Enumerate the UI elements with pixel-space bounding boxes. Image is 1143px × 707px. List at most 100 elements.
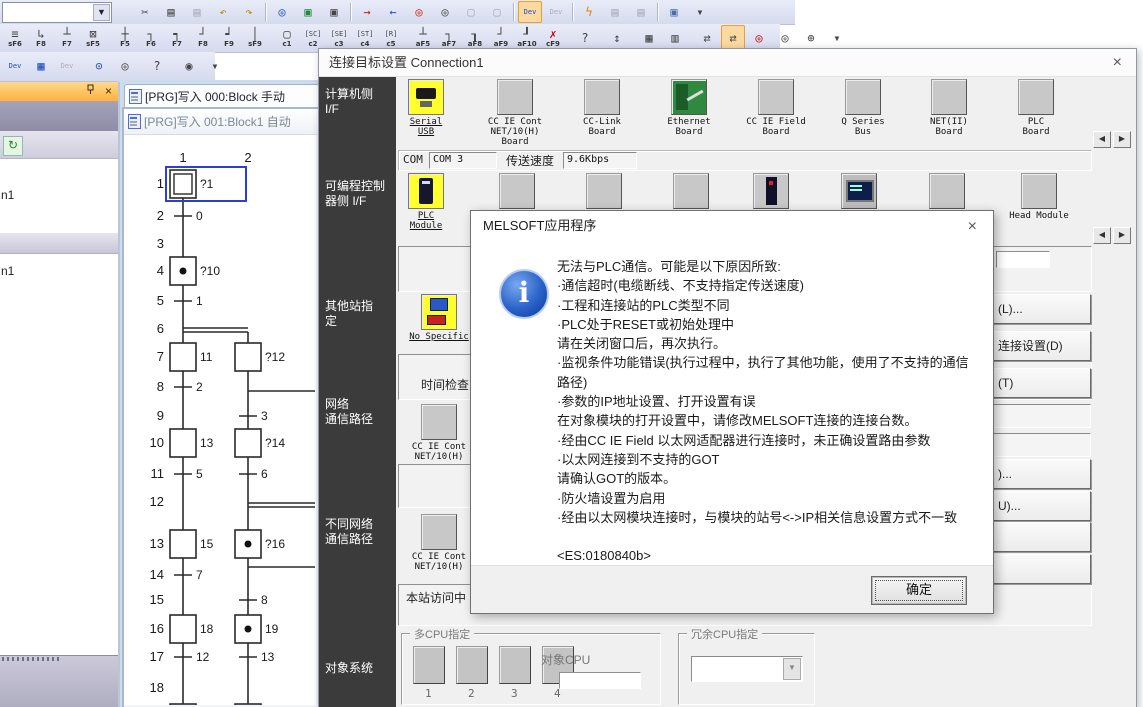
- device-item-board[interactable]: [561, 173, 647, 209]
- refresh-icon[interactable]: ↻: [3, 136, 23, 156]
- tab-sfc-block0[interactable]: [PRG]写入 000:Block 手动: [124, 84, 320, 108]
- device-icon[interactable]: [673, 173, 709, 209]
- toolbar-overflow-icon[interactable]: ▾: [203, 56, 227, 78]
- doc-disabled-icon[interactable]: ▤: [603, 1, 627, 23]
- list-item[interactable]: n1: [0, 264, 119, 280]
- toolbar-button-F7[interactable]: ┑F7: [165, 25, 189, 52]
- device-item-board[interactable]: NET(II) Board: [906, 79, 992, 137]
- device-icon[interactable]: [758, 79, 794, 115]
- device-icon[interactable]: [929, 173, 965, 209]
- ethernet-icon[interactable]: [671, 79, 707, 115]
- device-item-serial-usb[interactable]: Serial USB: [383, 79, 469, 137]
- toolbar-button-F7[interactable]: ┴F7: [55, 25, 79, 52]
- write-to-plc-icon[interactable]: →: [355, 1, 379, 23]
- copy-icon[interactable]: ▤: [159, 1, 183, 23]
- toolbar-button-F5[interactable]: ┼F5: [113, 25, 137, 52]
- panel-bottom-bar[interactable]: [0, 655, 118, 707]
- target-cpu-field[interactable]: [559, 672, 641, 689]
- find-combobox[interactable]: ▼: [2, 2, 112, 23]
- cut-icon[interactable]: ✂: [133, 1, 157, 23]
- device-item-got[interactable]: [816, 173, 902, 209]
- got-icon[interactable]: [841, 173, 877, 209]
- arrow-left-icon[interactable]: ◀: [1093, 131, 1111, 148]
- device-item-board[interactable]: PLC Board: [993, 79, 1079, 137]
- device-icon[interactable]: [497, 79, 533, 115]
- program-check-icon[interactable]: ϟ: [577, 1, 601, 23]
- verify-icon[interactable]: ◎: [407, 1, 431, 23]
- device-search-icon[interactable]: ◎: [270, 1, 294, 23]
- device-icon[interactable]: [1018, 79, 1054, 115]
- toolbar-button-F6[interactable]: ┐F6: [139, 25, 163, 52]
- device-item-board[interactable]: Q Series Bus: [820, 79, 906, 137]
- read-from-plc-icon[interactable]: ←: [381, 1, 405, 23]
- monitor-lock-icon[interactable]: ▣: [662, 1, 686, 23]
- c24-icon[interactable]: [753, 173, 789, 209]
- device-icon[interactable]: [586, 173, 622, 209]
- serial-usb-icon[interactable]: [408, 79, 444, 115]
- ok-button[interactable]: 确定: [871, 576, 967, 605]
- redo-icon[interactable]: ↷: [237, 1, 261, 23]
- device-item-board[interactable]: CC IE Cont NET/10(H) Board: [472, 79, 558, 147]
- com-port-field[interactable]: COM 3: [429, 152, 497, 169]
- monitor-start-icon[interactable]: ▣: [296, 1, 320, 23]
- device-item-plc-module[interactable]: PLC Module: [383, 173, 469, 231]
- monitor-stop-icon[interactable]: ▣: [322, 1, 346, 23]
- diff-network-route-icon[interactable]: [421, 514, 457, 550]
- chevron-down-icon[interactable]: ▼: [783, 658, 801, 680]
- tool-disabled-icon[interactable]: ▢: [459, 1, 483, 23]
- device-item-board[interactable]: CC IE Field Board: [733, 79, 819, 137]
- network-route-icon[interactable]: [421, 404, 457, 440]
- device-item-ethernet[interactable]: Ethernet Board: [646, 79, 732, 137]
- no-specification-icon[interactable]: [421, 294, 457, 330]
- doc-disabled2-icon[interactable]: ▤: [629, 1, 653, 23]
- redundant-cpu-dropdown[interactable]: ▼: [691, 656, 803, 682]
- toolbar-button-sF6[interactable]: ≡sF6: [3, 25, 27, 52]
- device-item-board[interactable]: [474, 173, 560, 209]
- close-icon[interactable]: ×: [1113, 55, 1122, 71]
- baud-field[interactable]: 9.6Kbps: [563, 152, 637, 169]
- error-titlebar[interactable]: MELSOFT应用程序: [471, 211, 993, 241]
- device-icon[interactable]: [1021, 173, 1057, 209]
- cpu-button-2[interactable]: [456, 646, 488, 684]
- device-ccl-icon[interactable]: Dev: [55, 56, 79, 78]
- cpu-button-1[interactable]: [413, 646, 445, 684]
- device-item-board[interactable]: [904, 173, 990, 209]
- toolbar-button-sF9[interactable]: │sF9: [243, 25, 267, 52]
- arrow-right-icon[interactable]: ▶: [1113, 131, 1131, 148]
- device-display-icon[interactable]: Dev: [518, 1, 542, 23]
- verify2-icon[interactable]: ◎: [433, 1, 457, 23]
- device-icon[interactable]: [499, 173, 535, 209]
- plc-module-icon[interactable]: [408, 173, 444, 209]
- sfc-diagram[interactable]: 1212345678910111213141516171801235678121…: [124, 135, 316, 705]
- arrow-left-icon[interactable]: ◀: [1093, 227, 1111, 244]
- device-icon[interactable]: [931, 79, 967, 115]
- tool-disabled2-icon[interactable]: ▢: [485, 1, 509, 23]
- device-item-board[interactable]: CC-Link Board: [559, 79, 645, 137]
- toolbar-button-sF5[interactable]: ⊠sF5: [81, 25, 105, 52]
- device-icon[interactable]: [584, 79, 620, 115]
- toolbar-button-F8[interactable]: ┘F8: [191, 25, 215, 52]
- list-item[interactable]: n1: [0, 188, 119, 204]
- device-item-board[interactable]: Head Module: [996, 173, 1082, 221]
- sfc-diagram-canvas[interactable]: 1212345678910111213141516171801235678121…: [124, 135, 316, 705]
- toolbar-button-F9[interactable]: ┙F9: [217, 25, 241, 52]
- close-icon[interactable]: ×: [968, 219, 977, 235]
- toolbar-button-c1[interactable]: ▢c1: [275, 25, 299, 52]
- toolbar-overflow-icon[interactable]: ▾: [688, 1, 712, 23]
- arrow-right-icon[interactable]: ▶: [1113, 227, 1131, 244]
- device-view-icon[interactable]: ⊙: [87, 56, 111, 78]
- panel-section-divider[interactable]: [0, 232, 118, 254]
- device-grid-icon[interactable]: ▦: [29, 56, 53, 78]
- chevron-down-icon[interactable]: ▼: [93, 4, 110, 21]
- help-icon[interactable]: ?: [145, 56, 169, 78]
- search-tool-icon[interactable]: ◎: [113, 56, 137, 78]
- device-item-board[interactable]: [648, 173, 734, 209]
- device-batch-icon[interactable]: Dev: [3, 56, 27, 78]
- dialog-titlebar[interactable]: 连接目标设置 Connection1: [319, 49, 1136, 77]
- device-icon[interactable]: [845, 79, 881, 115]
- pin-icon[interactable]: [85, 84, 96, 98]
- close-icon[interactable]: ×: [105, 84, 112, 98]
- cpu-button-3[interactable]: [499, 646, 531, 684]
- drag-handle[interactable]: [2, 657, 62, 661]
- device-item-c24[interactable]: [728, 173, 814, 209]
